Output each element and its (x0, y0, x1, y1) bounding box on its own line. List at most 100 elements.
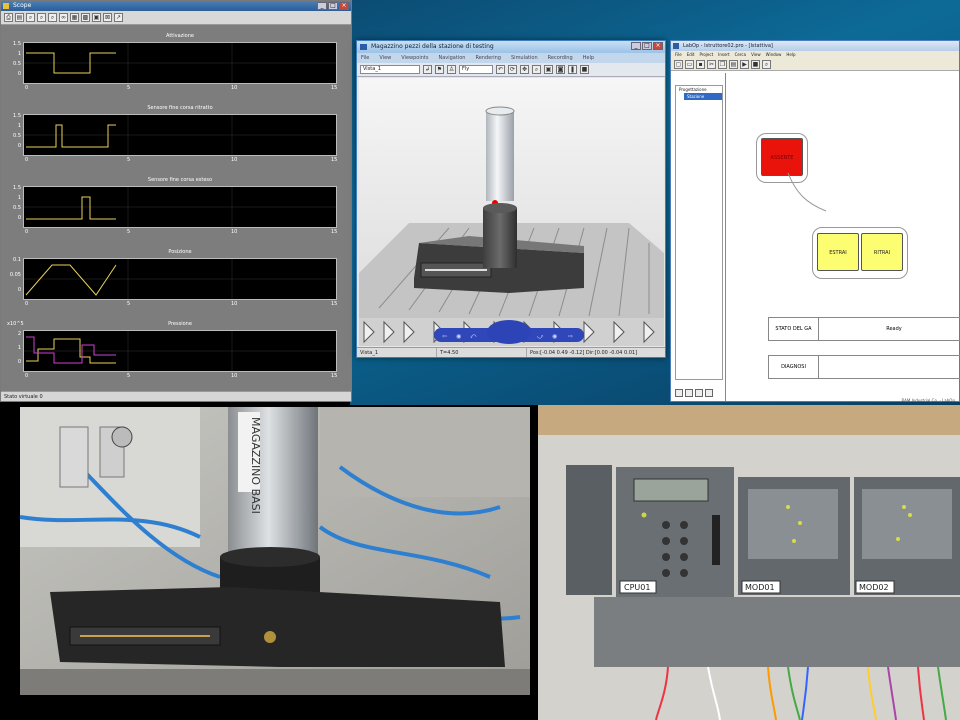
svg-text:⇦: ⇦ (442, 333, 447, 340)
flag-icon[interactable]: ⚑ (435, 65, 444, 74)
viewer-3d-scene[interactable]: ⇦ ◉ ⤺ ⤻ ◉ ⇨ (359, 78, 664, 346)
menu-view[interactable]: View (379, 53, 391, 63)
menu-edit[interactable]: Edit (687, 51, 695, 59)
xtick: 15 (331, 157, 338, 163)
menu-rendering[interactable]: Rendering (475, 53, 501, 63)
tool-button[interactable] (675, 389, 683, 397)
minimize-button[interactable]: _ (317, 2, 327, 10)
navigation-widget[interactable]: ⇦ ◉ ⤺ ⤻ ◉ ⇨ (434, 320, 584, 346)
camera-icon[interactable]: ◙ (556, 65, 565, 74)
ytick: 1 (17, 51, 21, 57)
menu-file[interactable]: File (361, 53, 369, 63)
menu-navigation[interactable]: Navigation (438, 53, 465, 63)
trace (24, 259, 336, 299)
tool-button[interactable] (695, 389, 703, 397)
ytick: 0.05 (9, 272, 21, 278)
project-tree[interactable]: Progettazione Stazione (675, 85, 723, 380)
svg-text:◉: ◉ (552, 333, 557, 340)
ytick: 1 (17, 345, 21, 351)
stop-icon[interactable]: ■ (751, 60, 760, 69)
cut-icon[interactable]: ✂ (707, 60, 716, 69)
save-icon[interactable]: ▪ (696, 60, 705, 69)
maximize-button[interactable]: □ (642, 42, 652, 50)
binoculars-icon[interactable]: ∞ (59, 13, 68, 22)
menu-window[interactable]: Window (766, 51, 782, 59)
viewpoint-select[interactable]: Vista_1 (360, 65, 420, 74)
paste-icon[interactable]: ▤ (729, 60, 738, 69)
jump-icon[interactable]: ↲ (423, 65, 432, 74)
editor-app-icon (673, 43, 679, 49)
plot-posizione[interactable] (23, 258, 337, 300)
menu-viewpoints[interactable]: Viewpoints (401, 53, 428, 63)
zoom-icon[interactable]: ⌕ (532, 65, 541, 74)
menu-project[interactable]: Project (699, 51, 713, 59)
scope-titlebar[interactable]: Scope _ □ × (1, 1, 351, 11)
menu-recording[interactable]: Recording (548, 53, 573, 63)
xtick: 0 (25, 301, 29, 307)
module2-label: MOD02 (859, 583, 889, 592)
new-icon[interactable]: ▢ (674, 60, 683, 69)
scope-window[interactable]: Scope _ □ × ⎙ ▤ ⌕ ⌕ ⌕ ∞ ▦ ▩ ▣ ⊠ ↗ Attiva… (0, 0, 352, 402)
xtick: 5 (127, 373, 131, 379)
viewer-app-icon (360, 44, 367, 50)
plot-sensore-ritratto[interactable] (23, 114, 337, 156)
lock-icon[interactable]: ⊠ (103, 13, 112, 22)
tool-button[interactable] (705, 389, 713, 397)
tree-root[interactable]: Progettazione (676, 86, 722, 93)
ytick: 1.5 (13, 41, 21, 47)
menu-file[interactable]: File (675, 51, 682, 59)
grafcet-canvas[interactable]: ASSENTE ESTRAI RITRAI STATO DEL GA Ready… (725, 73, 960, 401)
viewer-titlebar[interactable]: Magazzino pezzi della stazione di testin… (357, 41, 665, 53)
maximize-button[interactable]: □ (328, 2, 338, 10)
copy-icon[interactable]: ❐ (718, 60, 727, 69)
menu-help[interactable]: Help (786, 51, 795, 59)
module1-label: MOD01 (745, 583, 775, 592)
status-position: Pos:[-0.04 0.49 -0.12] Dir:[0.00 -0.04 0… (530, 350, 638, 356)
tool-button[interactable] (685, 389, 693, 397)
zoom-icon[interactable]: ⌕ (762, 60, 771, 69)
undo-view-icon[interactable]: ↶ (496, 65, 505, 74)
stop-icon[interactable]: ■ (580, 65, 589, 74)
step-ritrai[interactable]: RITRAI (861, 233, 903, 271)
minimize-button[interactable]: _ (631, 42, 641, 50)
ytick: 0.5 (13, 133, 21, 139)
close-button[interactable]: × (653, 42, 663, 50)
editor-window[interactable]: LabOp - Istruttore02.pro - [Istattiva] F… (670, 40, 960, 403)
zoom-y-icon[interactable]: ⌕ (48, 13, 57, 22)
editor-titlebar[interactable]: LabOp - Istruttore02.pro - [Istattiva] (671, 41, 959, 51)
plot-attivazione[interactable] (23, 42, 337, 84)
close-button[interactable]: × (339, 2, 349, 10)
restore-axes-icon[interactable]: ▩ (81, 13, 90, 22)
step-estrai[interactable]: ESTRAI (817, 233, 859, 271)
ytick: 2 (17, 331, 21, 337)
ytick: 1 (17, 123, 21, 129)
walk-icon[interactable]: ♙ (447, 65, 456, 74)
floating-scope-icon[interactable]: ▣ (92, 13, 101, 22)
xtick: 10 (231, 373, 238, 379)
tree-item-stazione[interactable]: Stazione (684, 93, 722, 100)
step-assente[interactable]: ASSENTE (761, 138, 803, 176)
menu-view[interactable]: View (751, 51, 761, 59)
save-axes-icon[interactable]: ▦ (70, 13, 79, 22)
open-icon[interactable]: ▭ (685, 60, 694, 69)
plot-sensore-esteso[interactable] (23, 186, 337, 228)
screenshot-icon[interactable]: ▣ (544, 65, 553, 74)
navigation-mode-select[interactable]: Fly (459, 65, 493, 74)
plot-pressione[interactable] (23, 330, 337, 372)
signal-select-icon[interactable]: ↗ (114, 13, 123, 22)
run-icon[interactable]: ▶ (740, 60, 749, 69)
zoom-x-icon[interactable]: ⌕ (37, 13, 46, 22)
menu-cerca[interactable]: Cerca (735, 51, 746, 59)
ytick: 0.1 (13, 257, 21, 263)
pause-icon[interactable]: ❚ (568, 65, 577, 74)
rotate-icon[interactable]: ⟳ (508, 65, 517, 74)
menu-simulation[interactable]: Simulation (511, 53, 538, 63)
menu-insert[interactable]: Insert (718, 51, 729, 59)
pan-icon[interactable]: ✥ (520, 65, 529, 74)
zoom-icon[interactable]: ⌕ (26, 13, 35, 22)
params-icon[interactable]: ▤ (15, 13, 24, 22)
print-icon[interactable]: ⎙ (4, 13, 13, 22)
viewer-window[interactable]: Magazzino pezzi della stazione di testin… (356, 40, 666, 358)
menu-help[interactable]: Help (583, 53, 594, 63)
plc-photo-render: CPU01 MOD01 MOD02 (538, 405, 960, 720)
